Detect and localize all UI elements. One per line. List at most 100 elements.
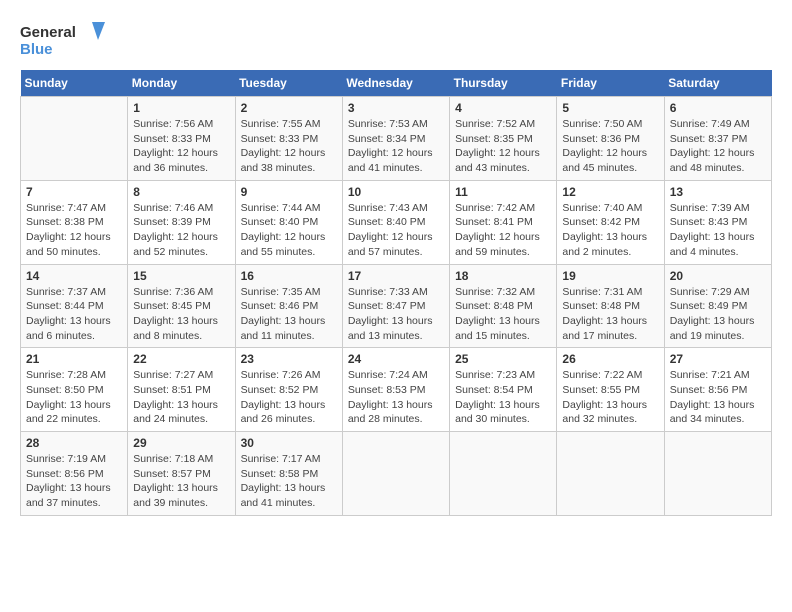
day-info: Sunrise: 7:43 AM Sunset: 8:40 PM Dayligh… bbox=[348, 201, 444, 260]
day-number: 7 bbox=[26, 185, 122, 199]
calendar-cell: 11 Sunrise: 7:42 AM Sunset: 8:41 PM Dayli… bbox=[450, 180, 557, 264]
calendar-cell: 20 Sunrise: 7:29 AM Sunset: 8:49 PM Dayli… bbox=[664, 264, 771, 348]
weekday-header: Wednesday bbox=[342, 70, 449, 97]
day-number: 11 bbox=[455, 185, 551, 199]
weekday-header: Monday bbox=[128, 70, 235, 97]
day-info: Sunrise: 7:28 AM Sunset: 8:50 PM Dayligh… bbox=[26, 368, 122, 427]
logo-svg: GeneralBlue bbox=[20, 20, 110, 60]
day-number: 10 bbox=[348, 185, 444, 199]
day-info: Sunrise: 7:40 AM Sunset: 8:42 PM Dayligh… bbox=[562, 201, 658, 260]
day-info: Sunrise: 7:27 AM Sunset: 8:51 PM Dayligh… bbox=[133, 368, 229, 427]
calendar-cell: 7 Sunrise: 7:47 AM Sunset: 8:38 PM Daylig… bbox=[21, 180, 128, 264]
day-info: Sunrise: 7:44 AM Sunset: 8:40 PM Dayligh… bbox=[241, 201, 337, 260]
day-number: 4 bbox=[455, 101, 551, 115]
calendar-cell: 28 Sunrise: 7:19 AM Sunset: 8:56 PM Dayli… bbox=[21, 432, 128, 516]
calendar-cell: 1 Sunrise: 7:56 AM Sunset: 8:33 PM Daylig… bbox=[128, 97, 235, 181]
day-number: 19 bbox=[562, 269, 658, 283]
calendar-table: SundayMondayTuesdayWednesdayThursdayFrid… bbox=[20, 70, 772, 516]
calendar-week-row: 28 Sunrise: 7:19 AM Sunset: 8:56 PM Dayli… bbox=[21, 432, 772, 516]
day-number: 24 bbox=[348, 352, 444, 366]
day-number: 25 bbox=[455, 352, 551, 366]
day-number: 23 bbox=[241, 352, 337, 366]
day-info: Sunrise: 7:29 AM Sunset: 8:49 PM Dayligh… bbox=[670, 285, 766, 344]
calendar-cell: 15 Sunrise: 7:36 AM Sunset: 8:45 PM Dayli… bbox=[128, 264, 235, 348]
day-number: 27 bbox=[670, 352, 766, 366]
calendar-week-row: 7 Sunrise: 7:47 AM Sunset: 8:38 PM Daylig… bbox=[21, 180, 772, 264]
day-info: Sunrise: 7:23 AM Sunset: 8:54 PM Dayligh… bbox=[455, 368, 551, 427]
calendar-cell: 23 Sunrise: 7:26 AM Sunset: 8:52 PM Dayli… bbox=[235, 348, 342, 432]
day-number: 21 bbox=[26, 352, 122, 366]
weekday-header: Sunday bbox=[21, 70, 128, 97]
day-info: Sunrise: 7:36 AM Sunset: 8:45 PM Dayligh… bbox=[133, 285, 229, 344]
calendar-cell: 17 Sunrise: 7:33 AM Sunset: 8:47 PM Dayli… bbox=[342, 264, 449, 348]
weekday-header: Thursday bbox=[450, 70, 557, 97]
day-number: 20 bbox=[670, 269, 766, 283]
day-info: Sunrise: 7:31 AM Sunset: 8:48 PM Dayligh… bbox=[562, 285, 658, 344]
day-info: Sunrise: 7:39 AM Sunset: 8:43 PM Dayligh… bbox=[670, 201, 766, 260]
day-number: 9 bbox=[241, 185, 337, 199]
calendar-cell: 30 Sunrise: 7:17 AM Sunset: 8:58 PM Dayli… bbox=[235, 432, 342, 516]
calendar-cell: 16Sunrise: 7:35 AM Sunset: 8:46 PM Dayli… bbox=[235, 264, 342, 348]
calendar-week-row: 21 Sunrise: 7:28 AM Sunset: 8:50 PM Dayli… bbox=[21, 348, 772, 432]
calendar-cell: 24 Sunrise: 7:24 AM Sunset: 8:53 PM Dayli… bbox=[342, 348, 449, 432]
day-info: Sunrise: 7:46 AM Sunset: 8:39 PM Dayligh… bbox=[133, 201, 229, 260]
calendar-cell: 6 Sunrise: 7:49 AM Sunset: 8:37 PM Daylig… bbox=[664, 97, 771, 181]
calendar-cell bbox=[557, 432, 664, 516]
day-info: Sunrise: 7:56 AM Sunset: 8:33 PM Dayligh… bbox=[133, 117, 229, 176]
day-number: 26 bbox=[562, 352, 658, 366]
calendar-cell: 10 Sunrise: 7:43 AM Sunset: 8:40 PM Dayli… bbox=[342, 180, 449, 264]
calendar-cell bbox=[342, 432, 449, 516]
day-info: Sunrise: 7:49 AM Sunset: 8:37 PM Dayligh… bbox=[670, 117, 766, 176]
calendar-cell: 26 Sunrise: 7:22 AM Sunset: 8:55 PM Dayli… bbox=[557, 348, 664, 432]
calendar-cell bbox=[664, 432, 771, 516]
day-info: Sunrise: 7:50 AM Sunset: 8:36 PM Dayligh… bbox=[562, 117, 658, 176]
day-info: Sunrise: 7:18 AM Sunset: 8:57 PM Dayligh… bbox=[133, 452, 229, 511]
day-info: Sunrise: 7:42 AM Sunset: 8:41 PM Dayligh… bbox=[455, 201, 551, 260]
day-info: Sunrise: 7:22 AM Sunset: 8:55 PM Dayligh… bbox=[562, 368, 658, 427]
day-number: 14 bbox=[26, 269, 122, 283]
calendar-cell: 27 Sunrise: 7:21 AM Sunset: 8:56 PM Dayli… bbox=[664, 348, 771, 432]
day-number: 18 bbox=[455, 269, 551, 283]
header-row: SundayMondayTuesdayWednesdayThursdayFrid… bbox=[21, 70, 772, 97]
day-info: Sunrise: 7:47 AM Sunset: 8:38 PM Dayligh… bbox=[26, 201, 122, 260]
calendar-cell: 3Sunrise: 7:53 AM Sunset: 8:34 PM Daylig… bbox=[342, 97, 449, 181]
day-info: Sunrise: 7:24 AM Sunset: 8:53 PM Dayligh… bbox=[348, 368, 444, 427]
calendar-cell: 4Sunrise: 7:52 AM Sunset: 8:35 PM Daylig… bbox=[450, 97, 557, 181]
day-number: 15 bbox=[133, 269, 229, 283]
day-info: Sunrise: 7:53 AM Sunset: 8:34 PM Dayligh… bbox=[348, 117, 444, 176]
calendar-cell: 22 Sunrise: 7:27 AM Sunset: 8:51 PM Dayli… bbox=[128, 348, 235, 432]
calendar-cell: 5Sunrise: 7:50 AM Sunset: 8:36 PM Daylig… bbox=[557, 97, 664, 181]
day-number: 28 bbox=[26, 436, 122, 450]
svg-text:General: General bbox=[20, 24, 76, 41]
calendar-cell: 13Sunrise: 7:39 AM Sunset: 8:43 PM Dayli… bbox=[664, 180, 771, 264]
day-number: 8 bbox=[133, 185, 229, 199]
day-number: 6 bbox=[670, 101, 766, 115]
page-header: GeneralBlue bbox=[20, 20, 772, 60]
calendar-cell: 19 Sunrise: 7:31 AM Sunset: 8:48 PM Dayli… bbox=[557, 264, 664, 348]
day-info: Sunrise: 7:33 AM Sunset: 8:47 PM Dayligh… bbox=[348, 285, 444, 344]
day-number: 2 bbox=[241, 101, 337, 115]
day-info: Sunrise: 7:32 AM Sunset: 8:48 PM Dayligh… bbox=[455, 285, 551, 344]
day-number: 12 bbox=[562, 185, 658, 199]
weekday-header: Tuesday bbox=[235, 70, 342, 97]
day-number: 30 bbox=[241, 436, 337, 450]
day-info: Sunrise: 7:35 AM Sunset: 8:46 PM Dayligh… bbox=[241, 285, 337, 344]
weekday-header: Saturday bbox=[664, 70, 771, 97]
calendar-cell: 18 Sunrise: 7:32 AM Sunset: 8:48 PM Dayli… bbox=[450, 264, 557, 348]
day-number: 17 bbox=[348, 269, 444, 283]
calendar-cell: 29 Sunrise: 7:18 AM Sunset: 8:57 PM Dayli… bbox=[128, 432, 235, 516]
day-info: Sunrise: 7:21 AM Sunset: 8:56 PM Dayligh… bbox=[670, 368, 766, 427]
day-number: 1 bbox=[133, 101, 229, 115]
calendar-week-row: 1 Sunrise: 7:56 AM Sunset: 8:33 PM Daylig… bbox=[21, 97, 772, 181]
calendar-cell: 12 Sunrise: 7:40 AM Sunset: 8:42 PM Dayli… bbox=[557, 180, 664, 264]
day-number: 22 bbox=[133, 352, 229, 366]
calendar-week-row: 14Sunrise: 7:37 AM Sunset: 8:44 PM Dayli… bbox=[21, 264, 772, 348]
day-info: Sunrise: 7:55 AM Sunset: 8:33 PM Dayligh… bbox=[241, 117, 337, 176]
calendar-cell: 2 Sunrise: 7:55 AM Sunset: 8:33 PM Daylig… bbox=[235, 97, 342, 181]
day-info: Sunrise: 7:19 AM Sunset: 8:56 PM Dayligh… bbox=[26, 452, 122, 511]
weekday-header: Friday bbox=[557, 70, 664, 97]
day-info: Sunrise: 7:26 AM Sunset: 8:52 PM Dayligh… bbox=[241, 368, 337, 427]
day-number: 29 bbox=[133, 436, 229, 450]
day-info: Sunrise: 7:17 AM Sunset: 8:58 PM Dayligh… bbox=[241, 452, 337, 511]
svg-text:Blue: Blue bbox=[20, 41, 53, 58]
